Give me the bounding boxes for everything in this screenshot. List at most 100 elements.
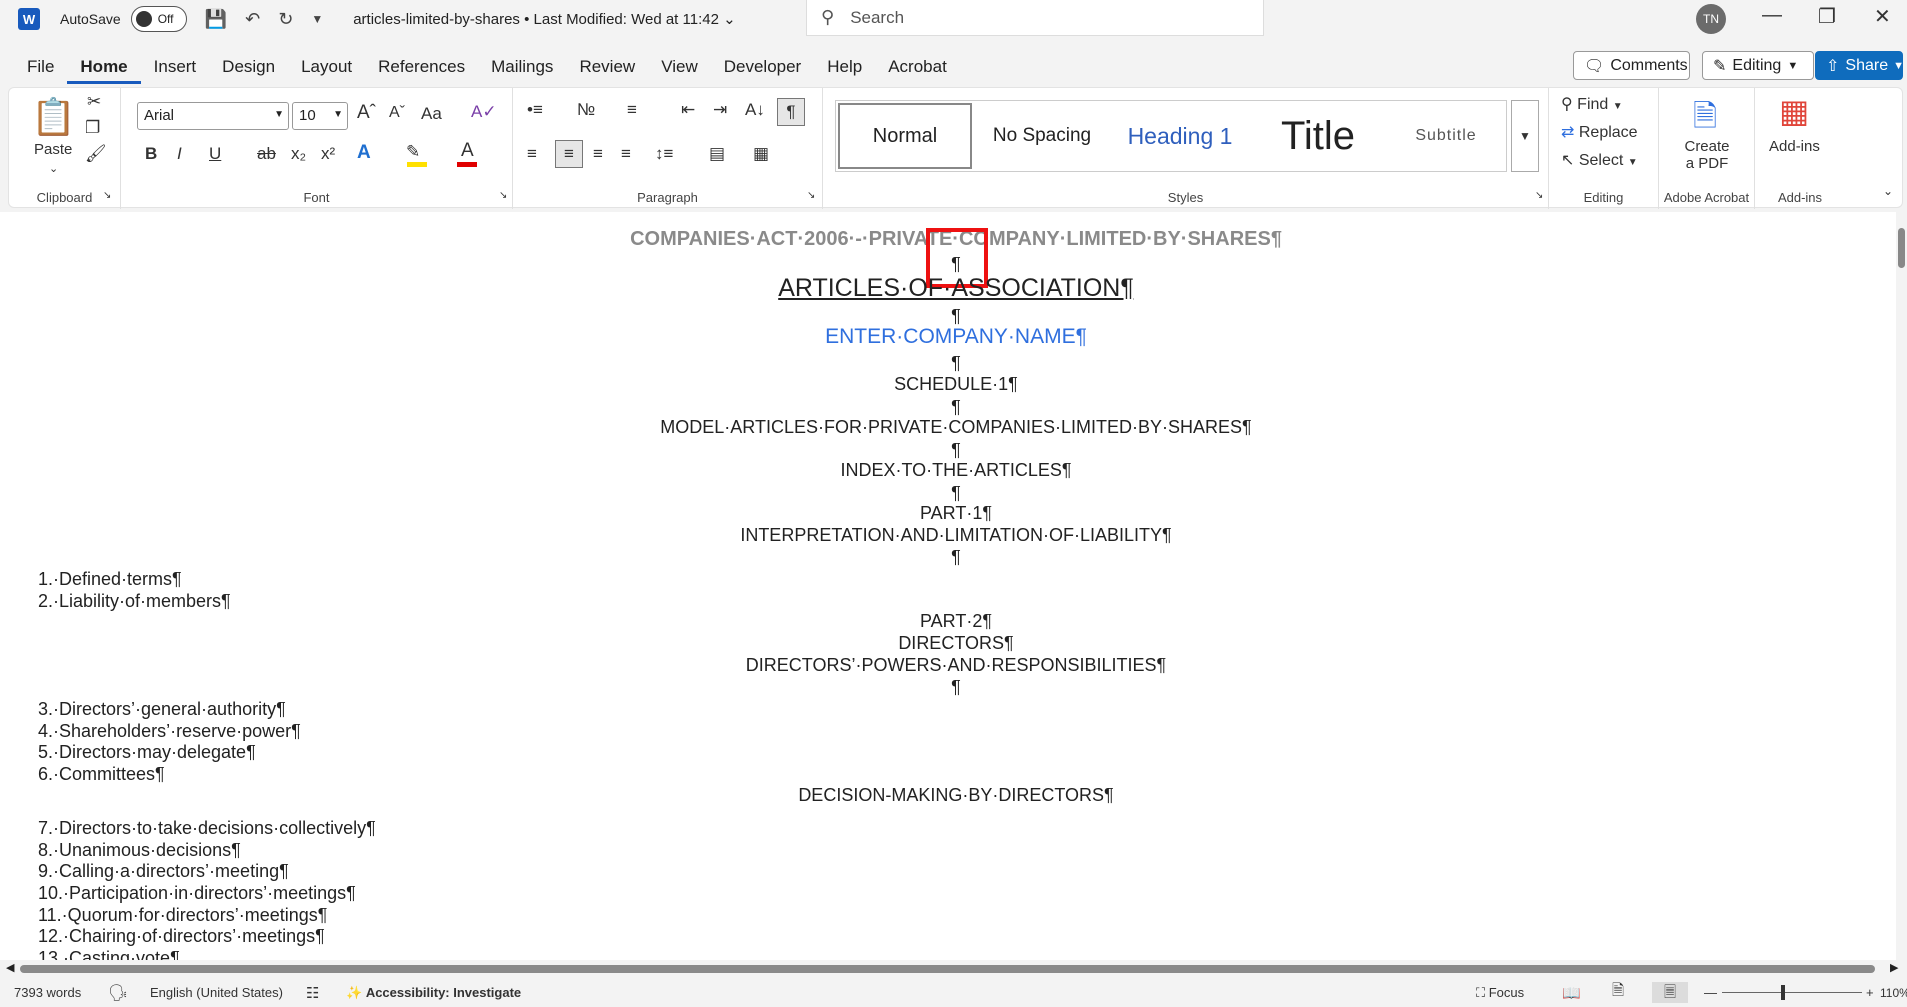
comments-button[interactable]: 🗨 Comments <box>1573 51 1690 80</box>
decrease-indent-icon[interactable]: ⇤ <box>681 100 695 120</box>
style-subtitle[interactable]: Subtitle <box>1386 101 1506 171</box>
tab-view[interactable]: View <box>648 50 711 84</box>
format-painter-icon[interactable]: 🖌 <box>85 144 107 164</box>
zoom-out-icon[interactable]: — <box>1704 985 1717 1000</box>
align-left-icon[interactable]: ≡ <box>527 144 537 164</box>
horizontal-scroll-thumb[interactable] <box>20 965 1875 973</box>
editing-mode-button[interactable]: ✎ Editing ▼ <box>1702 51 1814 80</box>
clear-formatting-icon[interactable]: A✓ <box>471 102 497 122</box>
tab-file[interactable]: File <box>14 50 67 84</box>
tab-acrobat[interactable]: Acrobat <box>875 50 960 84</box>
underline-icon[interactable]: U <box>209 144 221 164</box>
tab-references[interactable]: References <box>365 50 478 84</box>
proofing-icon[interactable]: 🗣 <box>108 983 128 1003</box>
save-icon[interactable]: 💾 <box>205 9 227 30</box>
zoom-slider[interactable] <box>1722 992 1862 993</box>
style-normal[interactable]: Normal <box>838 103 972 169</box>
copy-icon[interactable]: ❐ <box>85 118 100 138</box>
tab-review[interactable]: Review <box>566 50 648 84</box>
bullets-icon[interactable]: •≡ <box>527 100 543 120</box>
multilevel-list-icon[interactable]: ≡ <box>627 100 637 120</box>
word-count[interactable]: 7393 words <box>14 985 81 1000</box>
editing-group: ⚲ Find ▼ ⇄ Replace ↖ Select ▼ Editing <box>1549 88 1659 209</box>
close-icon[interactable]: ✕ <box>1874 4 1891 29</box>
zoom-in-icon[interactable]: + <box>1866 985 1874 1000</box>
select-button[interactable]: ↖ Select ▼ <box>1561 150 1638 170</box>
grow-font-icon[interactable]: Aˆ <box>357 102 376 124</box>
justify-icon[interactable]: ≡ <box>621 144 631 164</box>
align-center-icon[interactable]: ≡ <box>555 140 583 168</box>
avatar[interactable]: TN <box>1696 4 1726 34</box>
addins-button[interactable]: Add-ins <box>1769 138 1820 155</box>
undo-icon[interactable]: ↶ <box>245 9 260 30</box>
tab-help[interactable]: Help <box>814 50 875 84</box>
vertical-scroll-thumb[interactable] <box>1898 228 1905 268</box>
scroll-right-icon[interactable]: ▶ <box>1890 961 1898 974</box>
borders-icon[interactable]: ▦ <box>753 144 769 164</box>
cut-icon[interactable]: ✂ <box>87 92 101 112</box>
tab-mailings[interactable]: Mailings <box>478 50 566 84</box>
zoom-slider-thumb[interactable] <box>1781 985 1785 1000</box>
change-case-icon[interactable]: Aa <box>421 104 442 124</box>
find-button[interactable]: ⚲ Find ▼ <box>1561 94 1623 114</box>
tab-home[interactable]: Home <box>67 50 141 84</box>
shrink-font-icon[interactable]: Aˇ <box>389 104 405 122</box>
print-layout-icon[interactable]: 🗎 <box>1612 980 1624 1005</box>
web-layout-icon[interactable]: 🗏 <box>1652 982 1688 1003</box>
paste-icon[interactable]: 📋 <box>31 96 76 138</box>
customize-toolbar-icon[interactable]: ▼ <box>311 12 323 26</box>
replace-button[interactable]: ⇄ Replace <box>1561 122 1638 142</box>
tab-developer[interactable]: Developer <box>711 50 815 84</box>
share-button[interactable]: ⇧ Share ▼ <box>1815 51 1904 80</box>
create-pdf-button[interactable]: Create a PDF <box>1681 138 1733 172</box>
styles-more-icon[interactable]: ▼ <box>1511 100 1539 172</box>
tab-design[interactable]: Design <box>209 50 288 84</box>
word-app-icon: W <box>18 8 40 30</box>
bold-icon[interactable]: B <box>145 144 157 164</box>
text-effects-icon[interactable]: A <box>357 142 371 164</box>
shading-icon[interactable]: ▤ <box>709 144 725 164</box>
increase-indent-icon[interactable]: ⇥ <box>713 100 727 120</box>
search-input[interactable]: ⚲ Search <box>806 0 1264 36</box>
document-title[interactable]: articles-limited-by-shares • Last Modifi… <box>353 10 735 28</box>
chevron-down-icon: ⌄ <box>723 11 736 28</box>
zoom-level[interactable]: 110% <box>1880 986 1907 1000</box>
restore-icon[interactable]: ❐ <box>1818 4 1836 29</box>
style-title[interactable]: Title <box>1250 101 1386 171</box>
predictions-icon[interactable]: ☷ <box>306 984 319 1002</box>
addins-grid-icon[interactable]: ▦ <box>1779 92 1809 130</box>
paste-button[interactable]: Paste <box>34 141 72 158</box>
focus-button[interactable]: ⛶ Focus <box>1476 985 1524 1001</box>
font-size-select[interactable]: 10 ▼ <box>292 102 348 130</box>
autosave-toggle[interactable]: Off <box>130 6 187 32</box>
scroll-left-icon[interactable]: ◀ <box>6 961 14 974</box>
horizontal-scrollbar[interactable]: ◀ ▶ <box>0 960 1907 978</box>
language-status[interactable]: English (United States) <box>150 985 283 1000</box>
document-canvas[interactable]: COMPANIES·ACT·2006·-·PRIVATE·COMPANY·LIM… <box>0 212 1896 960</box>
accessibility-status[interactable]: ✨ Accessibility: Investigate <box>346 985 521 1001</box>
subscript-icon[interactable]: x₂ <box>291 144 306 164</box>
tab-insert[interactable]: Insert <box>141 50 210 84</box>
acrobat-group: 🗎 Create a PDF Adobe Acrobat <box>1659 88 1755 209</box>
font-color-icon[interactable]: A <box>461 140 474 162</box>
sort-icon[interactable]: A↓ <box>745 100 765 120</box>
italic-icon[interactable]: I <box>177 144 182 164</box>
style-no-spacing[interactable]: No Spacing <box>976 101 1108 171</box>
minimize-icon[interactable]: — <box>1762 4 1782 27</box>
strikethrough-icon[interactable]: ab <box>257 144 276 164</box>
style-heading-1[interactable]: Heading 1 <box>1112 101 1248 171</box>
align-right-icon[interactable]: ≡ <box>593 144 603 164</box>
line-spacing-icon[interactable]: ↕≡ <box>655 144 673 164</box>
highlight-icon[interactable]: ✎ <box>406 142 420 162</box>
redo-icon[interactable]: ↻ <box>278 9 293 30</box>
collapse-ribbon-icon[interactable]: ⌄ <box>1883 184 1893 198</box>
font-name-select[interactable]: Arial ▼ <box>137 102 289 130</box>
read-mode-icon[interactable]: 📖 <box>1562 984 1581 1002</box>
doc-title-articles: ARTICLES·OF·ASSOCIATION¶ <box>778 274 1134 302</box>
show-formatting-marks-icon[interactable]: ¶ <box>777 98 805 126</box>
numbering-icon[interactable]: № <box>577 100 595 120</box>
vertical-scrollbar[interactable] <box>1896 212 1907 960</box>
superscript-icon[interactable]: x² <box>321 144 335 164</box>
tab-layout[interactable]: Layout <box>288 50 365 84</box>
font-name-value: Arial <box>144 107 175 124</box>
